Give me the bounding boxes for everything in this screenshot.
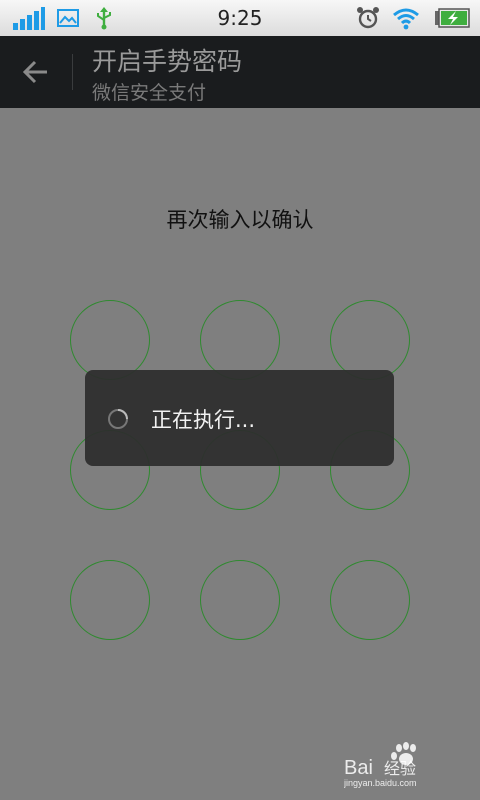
pattern-dot-8[interactable]	[200, 560, 280, 640]
page-title: 开启手势密码	[92, 47, 243, 76]
spinner-icon	[108, 409, 128, 429]
wifi-icon	[393, 8, 419, 30]
svg-text:jingyan.baidu.com: jingyan.baidu.com	[344, 778, 417, 788]
loading-dialog: 正在执行...	[85, 370, 394, 466]
svg-text:经验: 经验	[384, 759, 416, 778]
status-bar: 9:25	[0, 0, 480, 36]
alarm-icon	[357, 7, 379, 29]
pattern-dot-2[interactable]	[200, 300, 280, 380]
pattern-dot-1[interactable]	[70, 300, 150, 380]
pattern-dot-7[interactable]	[70, 560, 150, 640]
svg-text:Bai: Bai	[344, 757, 373, 779]
gesture-prompt: 再次输入以确认	[166, 208, 314, 232]
loading-message: 正在执行...	[151, 408, 256, 432]
arrow-left-icon[interactable]	[18, 54, 54, 90]
pattern-dot-9[interactable]	[330, 560, 410, 640]
page-subtitle: 微信安全支付	[92, 82, 207, 104]
action-bar: 开启手势密码 微信安全支付	[0, 36, 480, 108]
pattern-dot-3[interactable]	[330, 300, 410, 380]
battery-charging-icon	[435, 8, 470, 28]
action-bar-divider	[72, 54, 73, 90]
baidu-jingyan-watermark: Bai 经验 jingyan.baidu.com	[344, 742, 417, 788]
